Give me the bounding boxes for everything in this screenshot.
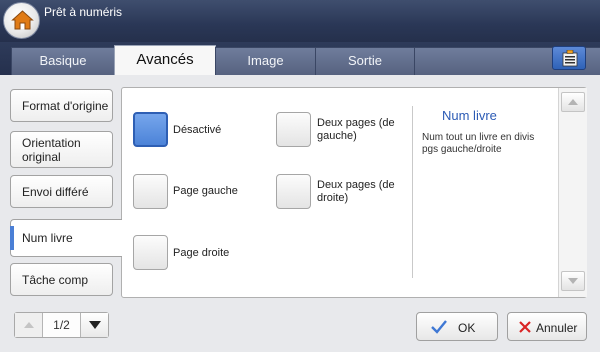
option-page-droite[interactable] [133,235,168,270]
settings-list-icon [562,50,578,67]
scrollbar[interactable] [558,88,587,297]
option-deux-pages-droite-label: Deux pages (de droite) [317,179,395,204]
options-panel: Désactivé Page gauche Page droite Deux p… [121,87,587,298]
sidebar-item-format-origine[interactable]: Format d'origine [10,89,113,122]
home-button[interactable] [3,2,40,39]
option-desactive-label: Désactivé [173,124,222,136]
x-icon [519,321,531,333]
page-down-button[interactable] [80,313,108,337]
home-icon [11,10,34,30]
info-title: Num livre [442,108,497,123]
ok-button[interactable]: OK [416,312,498,341]
scroll-up-button[interactable] [561,92,585,112]
info-description: Num tout un livre en divis pgs gauche/dr… [422,132,535,155]
sidebar-item-label: Tâche comp [22,272,89,287]
tab-sortie[interactable]: Sortie [315,47,415,75]
sidebar-item-envoi-differe[interactable]: Envoi différé [10,175,113,208]
page-down-icon [89,321,101,329]
page-title: Prêt à numéris [44,5,123,19]
page-indicator: 1/2 [53,318,70,332]
option-deux-pages-gauche-label: Deux pages (de gauche) [317,117,395,142]
cancel-label: Annuler [536,321,578,335]
divider [412,106,413,278]
tab-image[interactable]: Image [215,47,316,75]
settings-list-button[interactable] [552,46,586,70]
option-deux-pages-gauche[interactable] [276,112,311,147]
page-up-icon [24,322,34,328]
sidebar-item-label: Num livre [22,231,73,245]
tab-avances[interactable]: Avancés [114,45,216,75]
option-page-gauche[interactable] [133,174,168,209]
sidebar-item-label: Envoi différé [22,184,89,199]
option-desactive[interactable] [133,112,168,147]
sidebar-item-num-livre[interactable]: Num livre [10,219,122,257]
sidebar-item-label: Orientation original [22,135,81,164]
cancel-button[interactable]: Annuler [507,312,587,341]
sidebar-item-orientation-original[interactable]: Orientation original [10,131,113,168]
tab-bar: Basique Avancés Image Sortie [0,42,600,75]
scroll-up-icon [568,99,578,105]
scroll-down-icon [568,278,578,284]
tab-basique[interactable]: Basique [11,47,115,75]
page-up-button[interactable] [15,313,43,337]
ok-label: OK [458,321,476,335]
pager: 1/2 [14,312,109,338]
option-page-droite-label: Page droite [173,247,230,259]
sidebar-item-label: Format d'origine [22,98,109,113]
option-deux-pages-droite[interactable] [276,174,311,209]
title-bar: Prêt à numéris [0,0,600,42]
checkmark-icon [431,320,447,334]
option-page-gauche-label: Page gauche [173,185,238,197]
scroll-down-button[interactable] [561,271,585,291]
sidebar-item-tache-comp[interactable]: Tâche comp [10,263,113,296]
